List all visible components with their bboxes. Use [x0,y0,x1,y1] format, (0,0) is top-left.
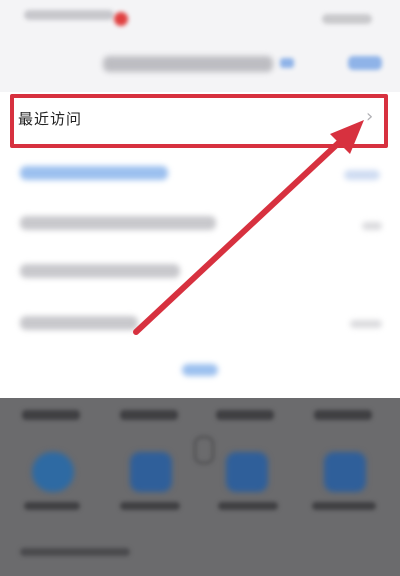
page-title [103,56,273,72]
app-label [312,502,376,510]
status-bar-right [322,14,372,24]
app-circle-icon[interactable] [32,452,74,492]
app-document-icon[interactable] [130,452,172,492]
app-label [24,502,80,510]
title-dropdown-icon[interactable] [280,58,294,68]
touch-indicator [194,436,214,464]
app-label [120,502,180,510]
highlight-box [10,94,388,148]
status-bar-left [24,10,114,20]
sheet-tab[interactable] [314,410,372,420]
list-item[interactable] [20,216,216,230]
sheet-tab[interactable] [120,410,178,420]
sheet-tab[interactable] [216,410,274,420]
list-item-meta [350,320,382,328]
notification-dot [114,12,128,26]
list-item[interactable] [20,264,180,278]
app-label [218,502,278,510]
more-link[interactable] [182,364,218,376]
list-item-link[interactable] [20,166,168,180]
list-item-link-meta [344,170,380,180]
app-video-icon[interactable] [226,452,268,492]
list-item[interactable] [20,316,138,330]
header-action-button[interactable] [348,56,382,70]
sheet-tab[interactable] [22,410,80,420]
list-item-meta [362,222,382,230]
app-screen-icon[interactable] [324,452,366,492]
sheet-footer-text [20,548,130,556]
app-screen: 最近访问 › [0,0,400,576]
